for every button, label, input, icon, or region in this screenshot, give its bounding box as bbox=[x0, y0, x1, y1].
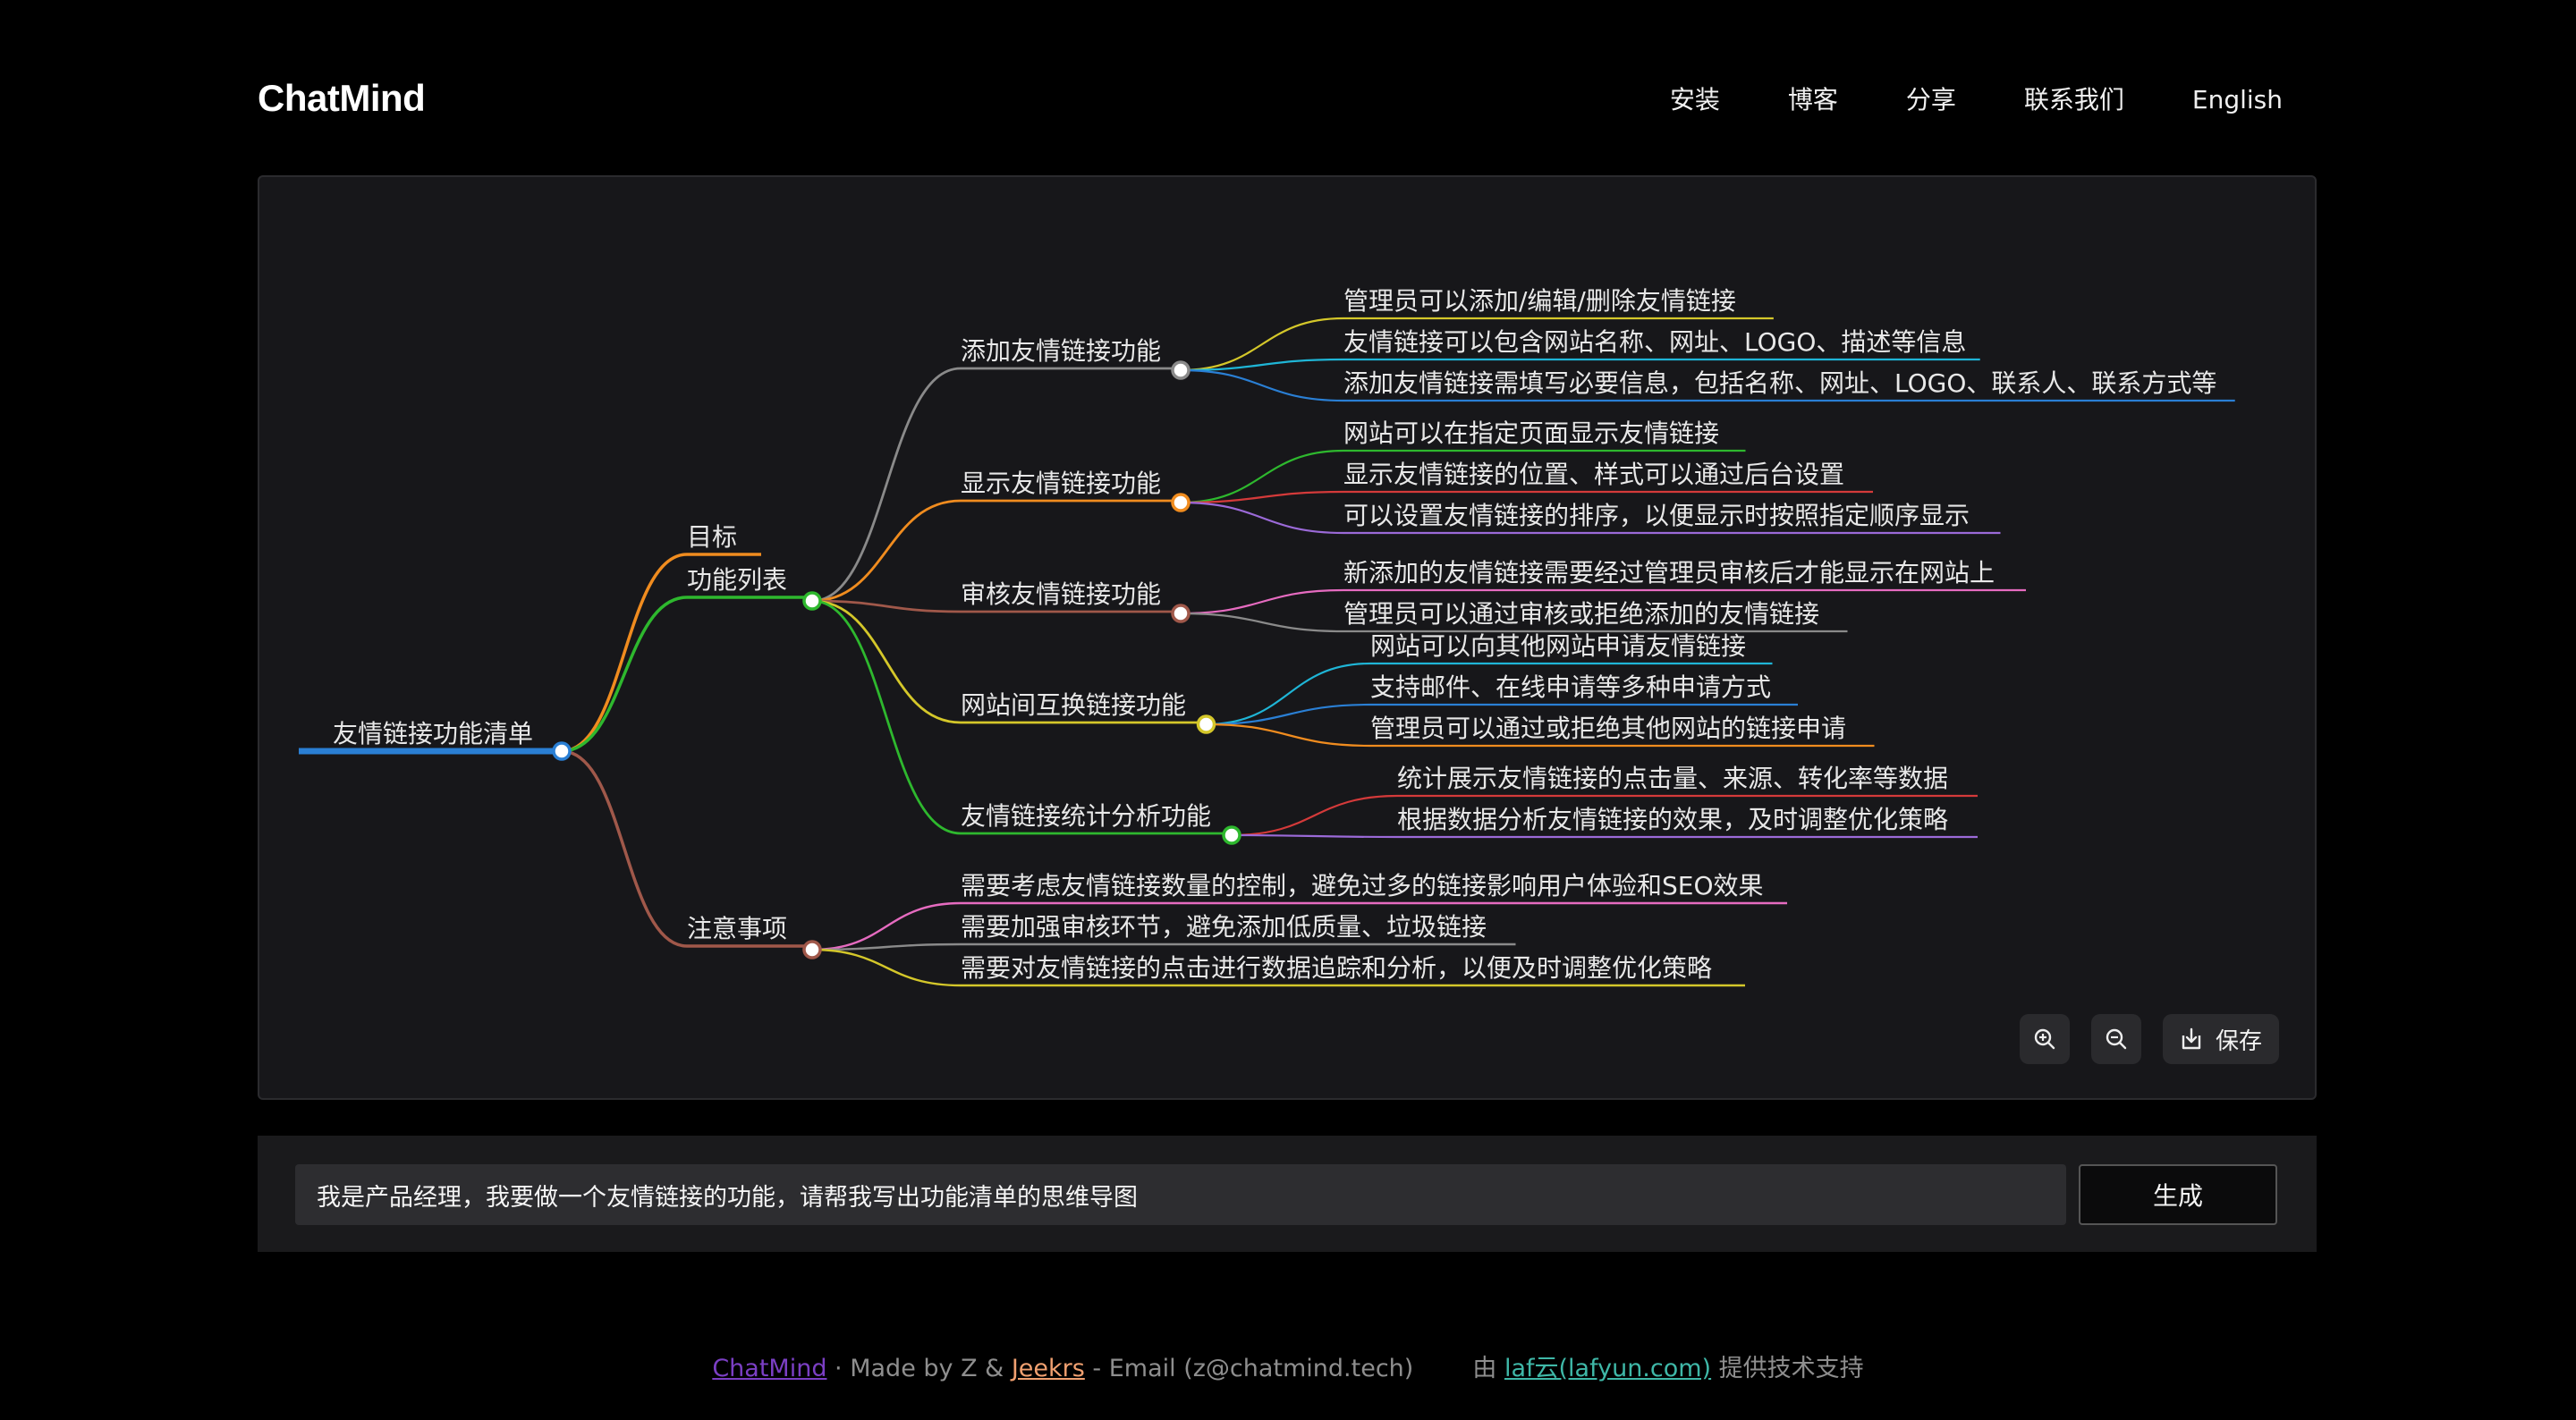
save-button[interactable]: 保存 bbox=[2163, 1014, 2279, 1064]
prompt-input[interactable] bbox=[295, 1164, 2066, 1225]
footer-link-jeekrs[interactable]: Jeekrs bbox=[1012, 1355, 1085, 1382]
logo[interactable]: ChatMind bbox=[258, 77, 426, 120]
branch-link bbox=[811, 901, 962, 951]
note-node[interactable]: 需要加强审核环节，避免添加低质量、垃圾链接 bbox=[961, 912, 1487, 942]
nav-share[interactable]: 分享 bbox=[1906, 82, 1956, 118]
nav-contact[interactable]: 联系我们 bbox=[2024, 82, 2124, 118]
detail-node[interactable]: 管理员可以添加/编辑/删除友情链接 bbox=[1343, 286, 1736, 316]
detail-node[interactable]: 支持邮件、在线申请等多种申请方式 bbox=[1370, 672, 1771, 702]
node-connector[interactable] bbox=[1196, 714, 1216, 734]
mindmap-svg: 友情链接功能清单 目标功能列表 添加友情链接功能 管理员可以添加/编辑/删除友情链接友… bbox=[299, 286, 2235, 987]
branch-link bbox=[1180, 449, 1344, 504]
feature-node[interactable]: 显示友情链接功能 bbox=[961, 469, 1161, 498]
detail-node[interactable]: 网站可以向其他网站申请友情链接 bbox=[1370, 631, 1746, 661]
detail-node[interactable]: 网站可以在指定页面显示友情链接 bbox=[1343, 418, 1719, 448]
nav-install[interactable]: 安装 bbox=[1670, 82, 1720, 118]
branch-link bbox=[811, 499, 962, 603]
prompt-bar: 生成 bbox=[258, 1136, 2317, 1252]
detail-node[interactable]: 可以设置友情链接的排序，以便显示时按照指定顺序显示 bbox=[1343, 501, 1970, 530]
zoom-in-button[interactable] bbox=[2020, 1014, 2070, 1064]
detail-node[interactable]: 友情链接可以包含网站名称、网址、LOGO、描述等信息 bbox=[1343, 327, 1966, 357]
zoom-out-icon bbox=[2106, 1028, 2127, 1050]
branch-link bbox=[561, 553, 688, 753]
branch-link bbox=[1206, 723, 1371, 748]
feature-node[interactable]: 网站间互换链接功能 bbox=[961, 690, 1186, 720]
branch-node[interactable]: 注意事项 bbox=[687, 914, 787, 943]
note-node[interactable]: 需要考虑友情链接数量的控制，避免过多的链接影响用户体验和SEO效果 bbox=[961, 871, 1764, 900]
footer-link-laf[interactable]: laf云(lafyun.com) bbox=[1504, 1355, 1711, 1382]
root-node[interactable]: 友情链接功能清单 bbox=[333, 719, 533, 748]
download-icon bbox=[2182, 1027, 2201, 1050]
branch-link bbox=[1231, 794, 1398, 837]
branch-link bbox=[561, 596, 688, 753]
top-nav: 安装 博客 分享 联系我们 English bbox=[1602, 82, 2283, 118]
branch-link bbox=[811, 367, 962, 603]
branch-link bbox=[1180, 588, 1344, 615]
branch-link bbox=[1180, 317, 1344, 372]
detail-node[interactable]: 管理员可以通过或拒绝其他网站的链接申请 bbox=[1370, 714, 1846, 743]
branch-link bbox=[1180, 612, 1344, 633]
feature-node[interactable]: 添加友情链接功能 bbox=[961, 336, 1161, 366]
note-node[interactable]: 需要对友情链接的点击进行数据追踪和分析，以便及时调整优化策略 bbox=[961, 953, 1712, 983]
branch-node[interactable]: 功能列表 bbox=[687, 565, 787, 595]
branch-node[interactable]: 目标 bbox=[687, 522, 737, 552]
zoom-out-button[interactable] bbox=[2091, 1014, 2141, 1064]
footer-link-chatmind[interactable]: ChatMind bbox=[712, 1355, 826, 1382]
detail-node[interactable]: 根据数据分析友情链接的效果，及时调整优化策略 bbox=[1397, 805, 1948, 834]
detail-node[interactable]: 新添加的友情链接需要经过管理员审核后才能显示在网站上 bbox=[1343, 558, 1995, 587]
branch-link bbox=[1231, 833, 1398, 839]
branch-link bbox=[1180, 368, 1344, 402]
generate-button[interactable]: 生成 bbox=[2079, 1164, 2277, 1225]
detail-node[interactable]: 管理员可以通过审核或拒绝添加的友情链接 bbox=[1343, 599, 1819, 629]
detail-node[interactable]: 添加友情链接需填写必要信息，包括名称、网址、LOGO、联系人、联系方式等 bbox=[1343, 368, 2216, 398]
detail-node[interactable]: 显示友情链接的位置、样式可以通过后台设置 bbox=[1343, 460, 1844, 489]
footer-email: - Email (z@chatmind.tech) bbox=[1084, 1355, 1414, 1382]
footer-made-by: · Made by Z & bbox=[826, 1355, 1012, 1382]
feature-node[interactable]: 审核友情链接功能 bbox=[961, 579, 1161, 609]
nav-english[interactable]: English bbox=[2192, 82, 2283, 118]
detail-node[interactable]: 统计展示友情链接的点击量、来源、转化率等数据 bbox=[1397, 764, 1948, 793]
node-connector[interactable] bbox=[1171, 493, 1191, 512]
node-connector[interactable] bbox=[802, 591, 822, 611]
node-connector[interactable] bbox=[802, 940, 822, 959]
node-connector[interactable] bbox=[552, 741, 572, 761]
branch-link bbox=[561, 749, 688, 948]
feature-node[interactable]: 友情链接统计分析功能 bbox=[961, 801, 1211, 831]
nav-blog[interactable]: 博客 bbox=[1788, 82, 1838, 118]
zoom-in-icon bbox=[2034, 1028, 2055, 1050]
footer: ChatMind · Made by Z & Jeekrs - Email (z… bbox=[0, 1348, 2576, 1383]
node-connector[interactable] bbox=[1171, 604, 1191, 623]
branch-link bbox=[1180, 501, 1344, 535]
save-label: 保存 bbox=[2215, 1027, 2262, 1055]
branch-link bbox=[811, 948, 962, 987]
footer-support-prefix: 由 bbox=[1472, 1355, 1504, 1382]
branch-link bbox=[811, 599, 962, 724]
footer-support-suffix: 提供技术支持 bbox=[1711, 1355, 1864, 1382]
node-connector[interactable] bbox=[1222, 825, 1241, 845]
mindmap-canvas[interactable]: 友情链接功能清单 目标功能列表 添加友情链接功能 管理员可以添加/编辑/删除友情链接友… bbox=[258, 175, 2317, 1100]
node-connector[interactable] bbox=[1171, 360, 1191, 380]
